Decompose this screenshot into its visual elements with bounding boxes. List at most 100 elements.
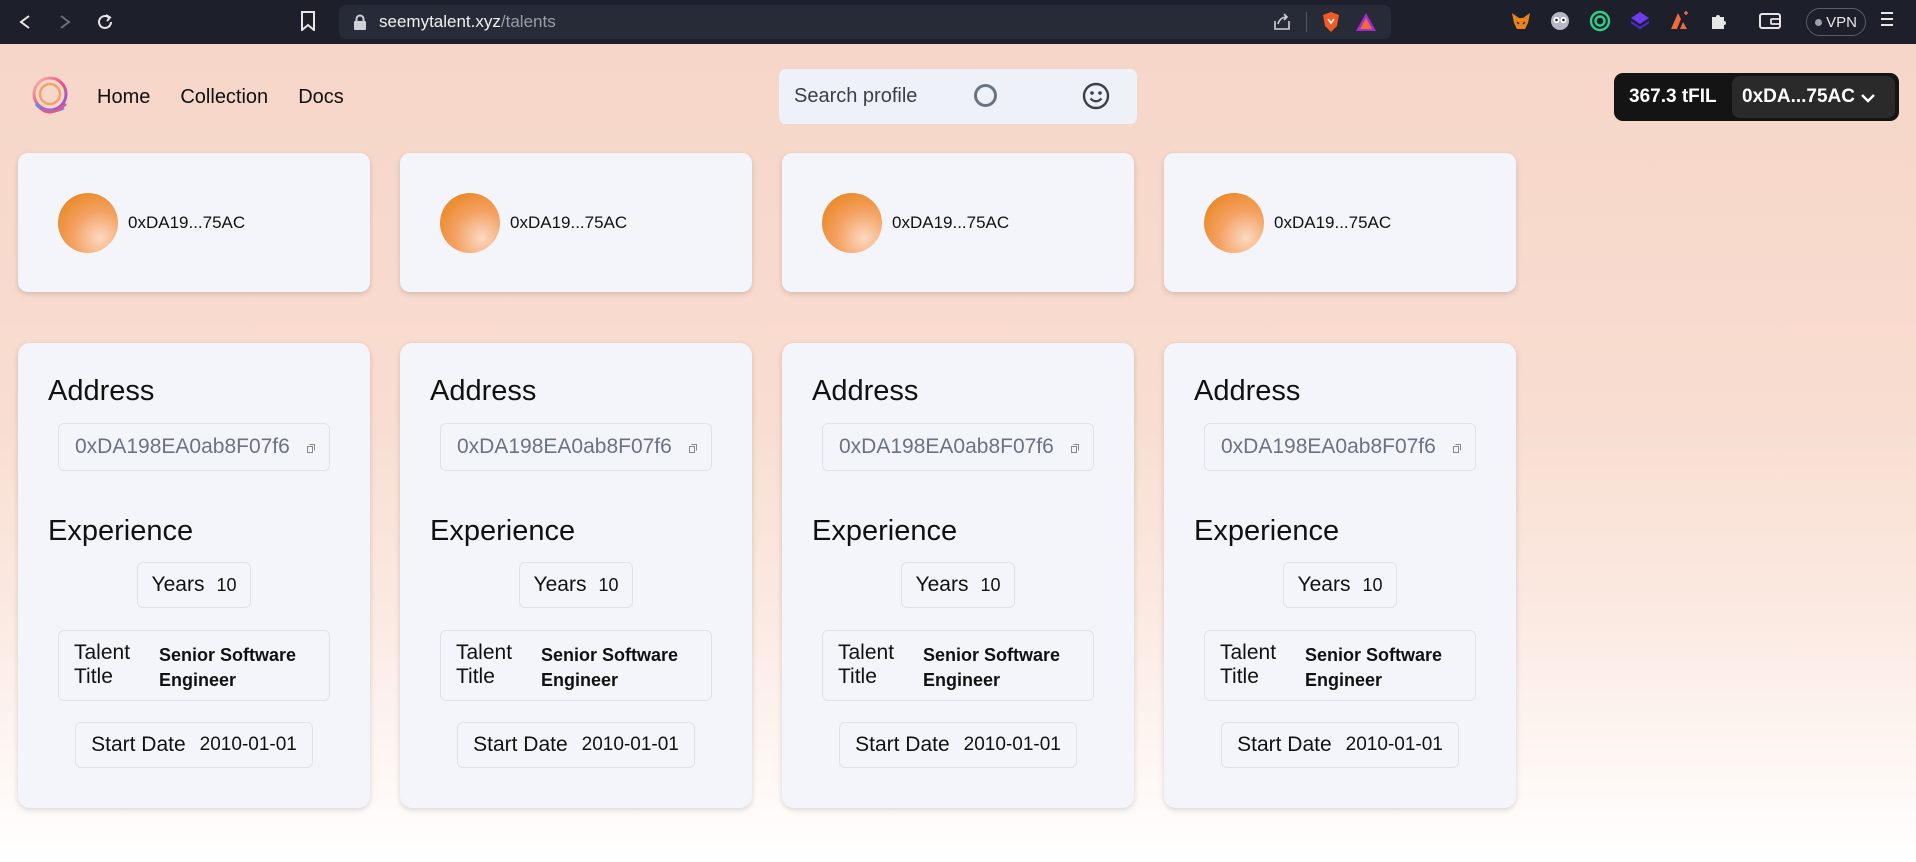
wallet-icon[interactable] <box>1759 10 1781 32</box>
talent-title-field: Talent Title Senior Software Engineer <box>440 630 712 701</box>
back-icon[interactable] <box>12 9 38 35</box>
url-path: /talents <box>500 12 556 31</box>
years-value: 10 <box>216 574 237 595</box>
years-value: 10 <box>1362 574 1383 595</box>
page-content: Home Collection Docs Search profile 367.… <box>0 44 1916 862</box>
account-button[interactable]: 0xDA...75AC <box>1732 76 1895 118</box>
share-icon[interactable] <box>1272 12 1292 32</box>
start-date-value: 2010-01-01 <box>581 734 679 755</box>
brave-rewards-icon[interactable] <box>1355 12 1377 32</box>
talent-title-label: Talent Title <box>74 641 131 688</box>
years-value: 10 <box>598 574 619 595</box>
talent-card: Address 0xDA198EA0ab8F07f6 Experience Ye… <box>400 343 752 808</box>
profile-card[interactable]: 0xDA19...75AC <box>18 153 370 292</box>
address-heading: Address <box>812 375 919 407</box>
experience-heading: Experience <box>812 515 958 547</box>
profile-address: 0xDA19...75AC <box>892 213 1010 232</box>
browser-menu-icon[interactable] <box>1880 10 1894 33</box>
bookmark-icon[interactable] <box>300 11 316 31</box>
arbitrum-extension-icon[interactable] <box>1668 10 1690 32</box>
years-label: Years <box>533 573 587 596</box>
nav-collection-link[interactable]: Collection <box>180 86 268 109</box>
copy-icon[interactable] <box>1071 444 1079 453</box>
address-field[interactable]: 0xDA198EA0ab8F07f6 <box>440 423 712 471</box>
years-label: Years <box>151 573 205 596</box>
avatar <box>822 193 882 253</box>
lock-icon <box>354 14 366 30</box>
start-date-field: Start Date 2010-01-01 <box>839 722 1077 768</box>
url-host: seemytalent.xyz <box>379 12 501 31</box>
copy-icon[interactable] <box>689 444 697 453</box>
experience-heading: Experience <box>430 515 576 547</box>
start-date-field: Start Date 2010-01-01 <box>457 722 695 768</box>
talent-title-value: Senior Software Engineer <box>923 645 1061 690</box>
browser-toolbar: seemytalent.xyz/talents VPN <box>0 0 1916 44</box>
search-spinner-icon <box>974 84 997 107</box>
app-logo[interactable] <box>28 74 72 118</box>
start-date-label: Start Date <box>855 733 950 756</box>
address-heading: Address <box>430 375 537 407</box>
talent-title-value: Senior Software Engineer <box>541 645 679 690</box>
nav-home-link[interactable]: Home <box>97 86 150 109</box>
vpn-label: VPN <box>1826 13 1857 31</box>
profile-card[interactable]: 0xDA19...75AC <box>782 153 1134 292</box>
address-value: 0xDA198EA0ab8F07f6 <box>1221 435 1436 458</box>
profile-card[interactable]: 0xDA19...75AC <box>400 153 752 292</box>
forward-icon[interactable] <box>52 9 78 35</box>
search-profile-input[interactable]: Search profile <box>779 69 1137 124</box>
address-value: 0xDA198EA0ab8F07f6 <box>839 435 1054 458</box>
wallet-widget: 367.3 tFIL 0xDA...75AC <box>1614 73 1899 121</box>
start-date-label: Start Date <box>473 733 568 756</box>
talent-card: Address 0xDA198EA0ab8F07f6 Experience Ye… <box>18 343 370 808</box>
start-date-value: 2010-01-01 <box>963 734 1061 755</box>
vpn-button[interactable]: VPN <box>1806 8 1866 36</box>
talent-title-field: Talent Title Senior Software Engineer <box>58 630 330 701</box>
years-field: Years 10 <box>137 562 251 608</box>
main-nav: Home Collection Docs <box>97 86 344 109</box>
search-placeholder: Search profile <box>794 85 918 107</box>
target-extension-icon[interactable] <box>1589 10 1611 32</box>
profile-address: 0xDA19...75AC <box>1274 213 1392 232</box>
avatar <box>440 193 500 253</box>
start-date-label: Start Date <box>1237 733 1332 756</box>
extensions-puzzle-icon[interactable] <box>1708 10 1730 32</box>
address-value: 0xDA198EA0ab8F07f6 <box>75 435 290 458</box>
reload-icon[interactable] <box>92 9 118 35</box>
talent-title-field: Talent Title Senior Software Engineer <box>822 630 1094 701</box>
copy-icon[interactable] <box>1453 444 1461 453</box>
account-address: 0xDA...75AC <box>1742 86 1855 107</box>
address-bar[interactable]: seemytalent.xyz/talents <box>339 5 1391 39</box>
nav-docs-link[interactable]: Docs <box>298 86 344 109</box>
polygon-extension-icon[interactable] <box>1629 10 1651 32</box>
avatar <box>58 193 118 253</box>
start-date-value: 2010-01-01 <box>1345 734 1443 755</box>
profile-address: 0xDA19...75AC <box>128 213 246 232</box>
years-label: Years <box>915 573 969 596</box>
experience-heading: Experience <box>48 515 194 547</box>
address-field[interactable]: 0xDA198EA0ab8F07f6 <box>58 423 330 471</box>
brave-shield-icon[interactable] <box>1321 11 1341 33</box>
years-field: Years 10 <box>901 562 1015 608</box>
profile-card[interactable]: 0xDA19...75AC <box>1164 153 1516 292</box>
years-field: Years 10 <box>519 562 633 608</box>
talent-card: Address 0xDA198EA0ab8F07f6 Experience Ye… <box>782 343 1134 808</box>
address-value: 0xDA198EA0ab8F07f6 <box>457 435 672 458</box>
copy-icon[interactable] <box>307 444 315 453</box>
talent-title-label: Talent Title <box>1220 641 1277 688</box>
talent-title-value: Senior Software Engineer <box>159 645 297 690</box>
avatar <box>1204 193 1264 253</box>
start-date-label: Start Date <box>91 733 186 756</box>
smiley-icon[interactable] <box>1081 81 1111 111</box>
talent-title-label: Talent Title <box>456 641 513 688</box>
address-field[interactable]: 0xDA198EA0ab8F07f6 <box>822 423 1094 471</box>
talent-title-label: Talent Title <box>838 641 895 688</box>
years-label: Years <box>1297 573 1351 596</box>
talent-title-value: Senior Software Engineer <box>1305 645 1443 690</box>
wallet-balance: 367.3 tFIL <box>1629 86 1717 107</box>
address-heading: Address <box>48 375 155 407</box>
vpn-status-dot <box>1815 18 1823 26</box>
address-field[interactable]: 0xDA198EA0ab8F07f6 <box>1204 423 1476 471</box>
profile-address: 0xDA19...75AC <box>510 213 628 232</box>
owl-extension-icon[interactable] <box>1549 10 1571 32</box>
metamask-icon[interactable] <box>1510 10 1532 32</box>
